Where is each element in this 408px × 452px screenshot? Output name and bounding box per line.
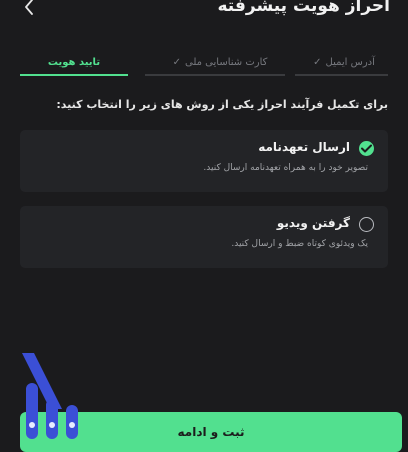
option-title: ارسال تعهدنامه [258,140,350,154]
step-label: کارت شناسایی ملی [185,56,268,68]
check-icon: ✓ [172,56,181,68]
option-commitment-letter[interactable]: ارسال تعهدنامه تصویر خود را به همراه تعه… [20,130,388,192]
step-email: آدرس ایمیل ✓ [300,50,388,74]
option-video[interactable]: گرفتن ویدیو یک ویدئوی کوتاه ضبط و ارسال … [20,206,388,268]
step-national-id: کارت شناسایی ملی ✓ [160,50,280,74]
stepper: آدرس ایمیل ✓ کارت شناسایی ملی ✓ تایید هو… [0,40,408,80]
option-description: تصویر خود را به همراه تعهدنامه ارسال کنی… [203,163,368,173]
step-underline [145,74,285,76]
step-underline [295,74,388,76]
step-identity-verification: تایید هویت [20,50,128,74]
option-description: یک ویدئوی کوتاه ضبط و ارسال کنید. [231,239,368,249]
check-icon: ✓ [313,56,322,68]
chevron-left-icon[interactable] [20,0,38,17]
step-label: آدرس ایمیل [325,56,375,68]
step-label: تایید هویت [47,56,101,68]
page-title: احراز هویت پیشرفته [217,0,390,16]
instruction-text: برای تکمیل فرآیند احراز یکی از روش های ز… [56,98,388,111]
option-title: گرفتن ویدیو [276,216,350,230]
check-circle-icon[interactable] [359,141,374,156]
radio-icon[interactable] [359,217,374,232]
header: احراز هویت پیشرفته [0,0,408,24]
step-underline-active [20,74,128,76]
brand-logo [22,353,86,439]
